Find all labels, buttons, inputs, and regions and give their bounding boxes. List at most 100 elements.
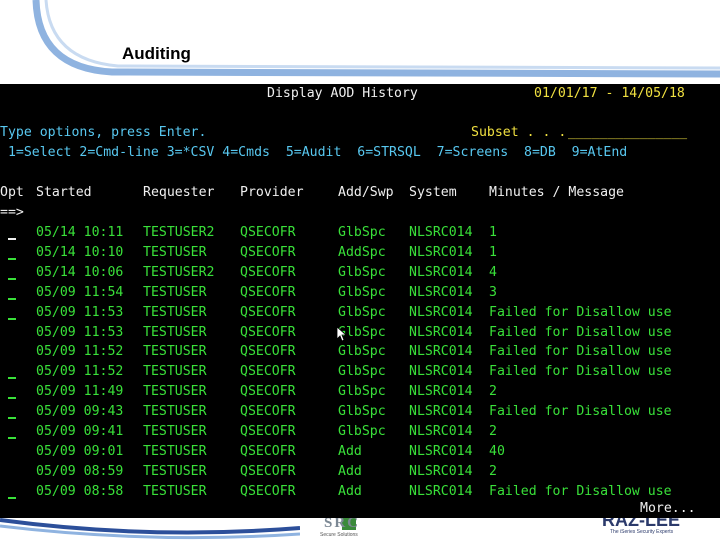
screen-title: Display AOD History — [267, 86, 418, 101]
table-row[interactable]: 05/09 11:52 TESTUSER QSECOFR GlbSpc NLSRC014… — [0, 362, 720, 382]
cell-provider: QSECOFR — [240, 284, 296, 300]
table-row[interactable]: 05/14 10:10 TESTUSER QSECOFR AddSpc NLSRC014… — [0, 243, 720, 263]
blue-swoosh-graphic — [0, 0, 720, 84]
option-input[interactable] — [6, 243, 16, 263]
option-input[interactable] — [6, 422, 16, 442]
cell-provider: QSECOFR — [240, 384, 296, 400]
cell-provider: QSECOFR — [240, 344, 296, 360]
raz-lee-logo: RAZ-LEE The iSeries Security Experts — [602, 518, 680, 535]
cell-system: NLSRC014 — [409, 404, 473, 420]
cell-addswp: GlbSpc — [338, 225, 386, 240]
cell-provider: QSECOFR — [240, 463, 296, 479]
cell-system: NLSRC014 — [409, 324, 473, 340]
cell-requester: TESTUSER — [143, 384, 207, 400]
cell-addswp: GlbSpc — [338, 424, 386, 439]
cell-message: 1 — [489, 225, 497, 240]
cell-provider: QSECOFR — [240, 244, 296, 260]
cell-message: 2 — [489, 424, 497, 439]
option-input[interactable] — [6, 402, 16, 422]
option-input[interactable] — [6, 283, 16, 303]
cell-message: 3 — [489, 284, 497, 300]
cell-system: NLSRC014 — [409, 384, 473, 400]
table-row[interactable]: 05/09 11:54 TESTUSER QSECOFR GlbSpc NLSRC014… — [0, 283, 720, 303]
more-indicator: More... — [640, 501, 696, 516]
cell-system: NLSRC014 — [409, 463, 473, 479]
cell-provider: QSECOFR — [240, 424, 296, 439]
cell-addswp: GlbSpc — [338, 304, 386, 320]
cell-started: 05/09 09:41 — [36, 424, 124, 439]
cell-requester: TESTUSER — [143, 424, 207, 439]
option-input[interactable] — [6, 442, 16, 462]
cell-system: NLSRC014 — [409, 364, 473, 380]
cell-started: 05/09 11:54 — [36, 284, 124, 300]
option-input[interactable] — [6, 303, 16, 323]
subset-input[interactable]: _______________ — [568, 123, 687, 143]
slide-footer: SRC Secure Solutions RAZ-LEE The iSeries… — [0, 518, 720, 540]
cell-addswp: GlbSpc — [338, 344, 386, 360]
cell-requester: TESTUSER — [143, 284, 207, 300]
cell-addswp: AddSpc — [338, 244, 386, 260]
table-row[interactable]: 05/09 09:41 TESTUSER QSECOFR GlbSpc NLSRC014… — [0, 422, 720, 442]
table-row[interactable]: 05/14 10:11 TESTUSER2 QSECOFR GlbSpc NLSRC01… — [0, 223, 720, 243]
cell-requester: TESTUSER — [143, 304, 207, 320]
cell-provider: QSECOFR — [240, 364, 296, 380]
cell-system: NLSRC014 — [409, 344, 473, 360]
table-row[interactable]: 05/14 10:06 TESTUSER2 QSECOFR GlbSpc NLSRC01… — [0, 263, 720, 283]
table-row[interactable]: 05/09 11:52 TESTUSER QSECOFR GlbSpc NLSRC014… — [0, 342, 720, 362]
table-row[interactable]: 05/09 11:53 TESTUSER QSECOFR GlbSpc NLSRC014… — [0, 323, 720, 343]
cell-requester: TESTUSER — [143, 364, 207, 380]
option-input[interactable] — [6, 362, 16, 382]
cell-requester: TESTUSER — [143, 324, 207, 340]
header-addswp: Add/Swp — [338, 185, 394, 200]
table-row[interactable]: 05/09 09:01 TESTUSER QSECOFR Add NLSRC014 40 — [0, 442, 720, 462]
cell-system: NLSRC014 — [409, 443, 473, 459]
table-row[interactable]: 05/09 08:59 TESTUSER QSECOFR Add NLSRC014 2 — [0, 462, 720, 482]
cell-message: Failed for Disallow use — [489, 344, 672, 360]
cell-addswp: GlbSpc — [338, 364, 386, 380]
option-input[interactable] — [6, 382, 16, 402]
cell-message: Failed for Disallow use — [489, 324, 672, 340]
option-input[interactable] — [6, 223, 16, 243]
cell-provider: QSECOFR — [240, 324, 296, 340]
cell-system: NLSRC014 — [409, 225, 473, 240]
cell-started: 05/09 08:59 — [36, 463, 124, 479]
terminal-screen[interactable]: Display AOD History 01/01/17 - 14/05/18 … — [0, 84, 720, 518]
cell-message: 2 — [489, 384, 497, 400]
header-started: Started — [36, 185, 92, 200]
cell-provider: QSECOFR — [240, 483, 296, 499]
cell-started: 05/14 10:11 — [36, 225, 124, 240]
mouse-cursor-icon — [336, 326, 346, 342]
command-prompt[interactable]: ==> — [0, 203, 24, 223]
cell-system: NLSRC014 — [409, 284, 473, 300]
cell-provider: QSECOFR — [240, 264, 296, 280]
option-input[interactable] — [6, 263, 16, 283]
subset-label: Subset . . . — [471, 125, 567, 140]
cell-addswp: Add — [338, 463, 362, 479]
cell-requester: TESTUSER — [143, 483, 207, 499]
cell-addswp: GlbSpc — [338, 404, 386, 420]
cell-requester: TESTUSER — [143, 244, 207, 260]
cell-requester: TESTUSER — [143, 404, 207, 420]
cell-message: 1 — [489, 244, 497, 260]
option-input[interactable] — [6, 342, 16, 362]
header-requester: Requester — [143, 185, 215, 200]
table-row[interactable]: 05/09 11:53 TESTUSER QSECOFR GlbSpc NLSRC014… — [0, 303, 720, 323]
table-row[interactable]: 05/09 09:43 TESTUSER QSECOFR GlbSpc NLSRC014… — [0, 402, 720, 422]
header-provider: Provider — [240, 185, 304, 200]
cell-system: NLSRC014 — [409, 244, 473, 260]
cell-addswp: GlbSpc — [338, 284, 386, 300]
cell-started: 05/09 09:43 — [36, 404, 124, 420]
option-input[interactable] — [6, 323, 16, 343]
header-message: Minutes / Message — [489, 185, 624, 200]
cell-started: 05/14 10:06 — [36, 264, 124, 280]
cell-addswp: Add — [338, 483, 362, 499]
table-row[interactable]: 05/09 08:58 TESTUSER QSECOFR Add NLSRC014 Fai… — [0, 482, 720, 502]
option-input[interactable] — [6, 482, 16, 502]
date-range: 01/01/17 - 14/05/18 — [534, 86, 685, 101]
cell-started: 05/09 11:52 — [36, 344, 124, 360]
option-input[interactable] — [6, 462, 16, 482]
cell-message: 2 — [489, 463, 497, 479]
src-logo: SRC Secure Solutions — [320, 518, 361, 538]
cell-requester: TESTUSER2 — [143, 264, 215, 280]
table-row[interactable]: 05/09 11:49 TESTUSER QSECOFR GlbSpc NLSRC014… — [0, 382, 720, 402]
